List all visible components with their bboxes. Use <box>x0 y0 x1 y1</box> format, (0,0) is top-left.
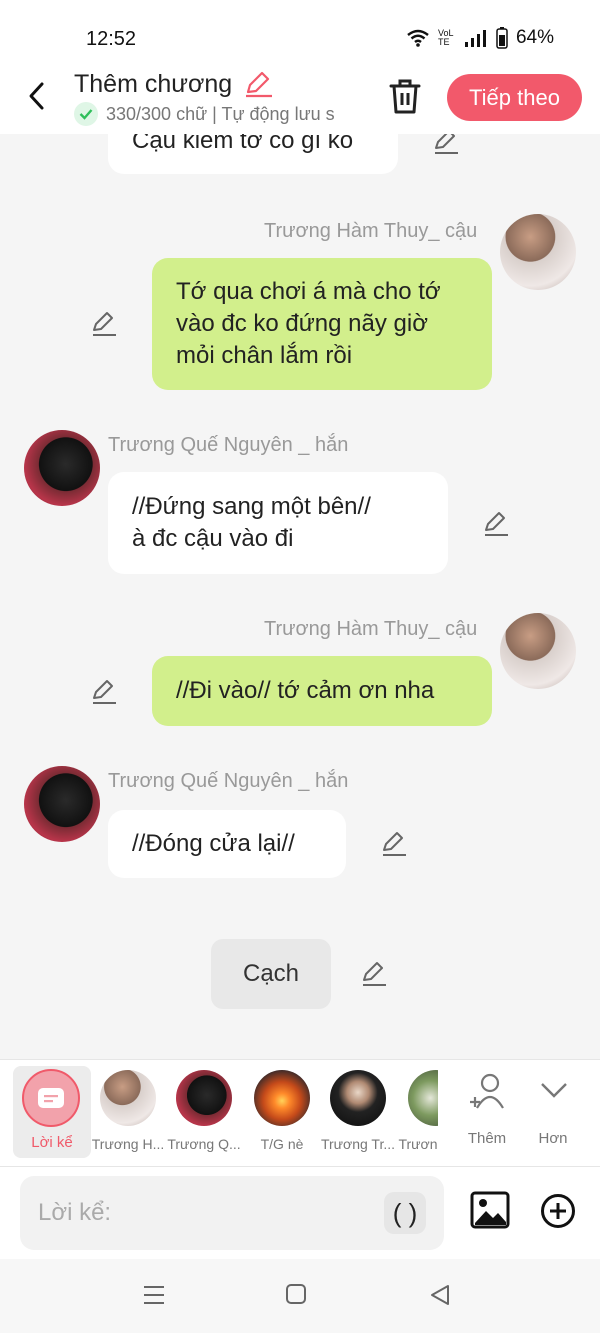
more-button[interactable]: Hơn <box>518 1060 588 1156</box>
wifi-icon <box>407 29 429 47</box>
more-label: Hơn <box>538 1130 568 1147</box>
narration-icon <box>22 1069 80 1127</box>
message-bubble[interactable]: //Đi vào// tớ cảm ơn nha <box>152 656 492 726</box>
sender-name: Trương Hàm Thuy_ cậu <box>264 618 478 640</box>
message-text: Cậu kiếm tớ có gì ko <box>132 134 354 154</box>
chat-area[interactable]: Cậu kiếm tớ có gì ko Trương Hàm Thuy_ cậ… <box>0 134 600 1059</box>
message-bubble[interactable]: //Đứng sang một bên// à đc cậu vào đi <box>108 472 448 574</box>
avatar[interactable] <box>24 430 100 506</box>
next-button[interactable]: Tiếp theo <box>447 74 582 121</box>
character-label: Trương H... <box>91 1136 165 1152</box>
back-triangle-icon <box>431 1285 449 1305</box>
character-picker: Lời kể Trương H... Trương Q... T/G nè Tr… <box>0 1059 600 1167</box>
character-item[interactable]: Trương Q... <box>166 1060 242 1156</box>
character-label: Trươn <box>398 1136 438 1152</box>
system-nav-bar <box>0 1259 600 1333</box>
page-title: Thêm chương <box>74 70 233 98</box>
narration-bubble[interactable]: Cạch <box>211 939 331 1009</box>
message-text: Tớ qua chơi á mà cho tớ <box>176 278 441 305</box>
plus-circle-icon <box>541 1194 575 1228</box>
pencil-icon[interactable] <box>432 134 460 156</box>
character-narration[interactable]: Lời kể <box>13 1066 91 1158</box>
menu-icon <box>144 1286 164 1304</box>
status-bar: 12:52 VoLTE 64% <box>0 0 600 70</box>
message-text: à đc cậu vào đi <box>132 525 294 552</box>
edit-title-button[interactable] <box>244 70 274 103</box>
delete-button[interactable] <box>386 76 424 121</box>
sender-name: Trương Quế Nguyên _ hắn <box>108 770 349 792</box>
battery-icon <box>496 27 508 49</box>
add-button[interactable] <box>540 1193 576 1234</box>
sender-name: Trương Quế Nguyên _ hắn <box>108 434 349 456</box>
pencil-icon[interactable] <box>482 510 510 538</box>
pencil-icon[interactable] <box>380 830 408 858</box>
check-icon <box>74 102 98 126</box>
home-icon <box>286 1284 306 1304</box>
signal-icon <box>464 30 486 47</box>
character-label: Lời kể <box>31 1134 73 1151</box>
system-back-button[interactable] <box>428 1283 452 1312</box>
message-bubble[interactable]: //Đóng cửa lại// <box>108 810 346 878</box>
character-item[interactable]: T/G nè <box>244 1060 320 1156</box>
back-icon <box>29 82 44 110</box>
add-character-button[interactable]: Thêm <box>452 1060 522 1156</box>
message-text: mỏi chân lắm rồi <box>176 342 353 369</box>
word-count-text: 330/300 chữ | Tự động lưu s <box>106 103 335 124</box>
character-item[interactable]: Trươn <box>398 1060 438 1156</box>
message-bubble[interactable]: Cậu kiếm tớ có gì ko <box>108 134 398 174</box>
menu-button[interactable] <box>142 1283 166 1312</box>
pencil-icon[interactable] <box>90 310 118 338</box>
message-bubble[interactable]: Tớ qua chơi á mà cho tớ vào đc ko đứng n… <box>152 258 492 390</box>
parentheses-button[interactable]: ( ) <box>384 1192 426 1234</box>
message-text: //Đứng sang một bên// <box>132 493 371 520</box>
character-label: Trương Tr... <box>320 1136 396 1152</box>
sender-name: Trương Hàm Thuy_ cậu <box>264 220 478 242</box>
character-label: T/G nè <box>260 1136 304 1152</box>
avatar <box>330 1070 386 1126</box>
avatar <box>176 1070 232 1126</box>
save-status: 330/300 chữ | Tự động lưu s <box>74 102 364 126</box>
status-icons: VoLTE 64% <box>406 27 554 49</box>
top-app-bar: Thêm chương 330/300 chữ | Tự động lưu s … <box>0 62 600 134</box>
volte-label: VoLTE <box>437 28 454 47</box>
character-item[interactable]: Trương H... <box>90 1060 166 1156</box>
message-text: //Đóng cửa lại// <box>132 830 295 857</box>
input-placeholder: Lời kể: <box>38 1199 112 1226</box>
message-text: //Đi vào// tớ cảm ơn nha <box>176 677 435 704</box>
add-person-icon <box>470 1073 504 1109</box>
add-label: Thêm <box>467 1130 507 1147</box>
composer: Lời kể: ( ) <box>0 1167 600 1259</box>
message-input[interactable]: Lời kể: ( ) <box>20 1176 444 1250</box>
home-button[interactable] <box>285 1283 307 1310</box>
avatar <box>408 1070 438 1126</box>
avatar[interactable] <box>24 766 100 842</box>
battery-percent: 64% <box>515 27 554 48</box>
character-item[interactable]: Trương Tr... <box>320 1060 396 1156</box>
chevron-down-icon <box>541 1083 567 1098</box>
avatar[interactable] <box>500 214 576 290</box>
image-icon <box>470 1191 510 1229</box>
avatar <box>254 1070 310 1126</box>
status-time: 12:52 <box>86 28 137 50</box>
character-label: Trương Q... <box>167 1136 241 1152</box>
insert-image-button[interactable] <box>470 1191 510 1234</box>
pencil-icon <box>246 71 272 98</box>
avatar[interactable] <box>500 613 576 689</box>
back-button[interactable] <box>20 76 54 116</box>
avatar <box>100 1070 156 1126</box>
message-text: vào đc ko đứng nãy giờ <box>176 310 428 337</box>
pencil-icon[interactable] <box>90 678 118 706</box>
trash-icon <box>389 79 421 114</box>
pencil-icon[interactable] <box>360 960 388 988</box>
